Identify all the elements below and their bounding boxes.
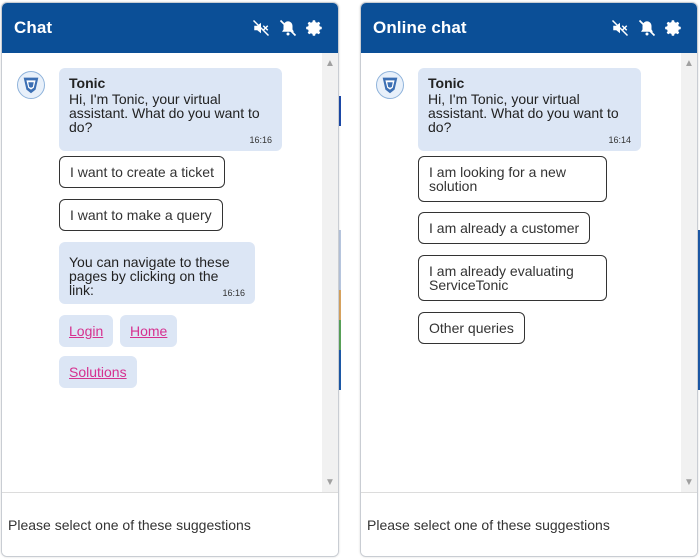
sender-name: Tonic <box>428 75 465 91</box>
mute-notification-icon[interactable] <box>638 19 656 37</box>
suggestion-button[interactable]: Other queries <box>418 312 525 344</box>
chat-panel-right: Online chat Tonic Hi, I'm Tonic, your vi… <box>360 2 698 557</box>
link-chip-login: Login <box>59 315 114 347</box>
solutions-link[interactable]: Solutions <box>69 364 127 380</box>
message-text: Hi, I'm Tonic, your virtual assistant. W… <box>428 91 619 135</box>
bot-avatar-icon <box>376 71 404 99</box>
mute-sound-icon[interactable] <box>252 19 270 37</box>
message-list: Tonic Hi, I'm Tonic, your virtual assist… <box>361 53 681 492</box>
gear-icon[interactable] <box>306 19 324 37</box>
message-time: 16:16 <box>249 135 272 145</box>
bot-message: Tonic Hi, I'm Tonic, your virtual assist… <box>59 68 282 151</box>
scroll-up-icon[interactable]: ▲ <box>322 55 338 71</box>
bot-avatar-icon <box>17 71 45 99</box>
login-link[interactable]: Login <box>69 323 103 339</box>
chat-title: Chat <box>14 18 53 37</box>
chat-panel-left: Chat Tonic Hi, I'm Tonic, your virtual a… <box>1 2 339 557</box>
suggestion-button[interactable]: I am looking for a new solution <box>418 156 607 202</box>
suggestion-button[interactable]: I want to create a ticket <box>59 156 225 188</box>
chat-body: Tonic Hi, I'm Tonic, your virtual assist… <box>2 53 338 492</box>
link-chip-home: Home <box>120 315 178 347</box>
message-input[interactable] <box>2 493 338 556</box>
chat-footer <box>2 492 338 556</box>
message-text: Hi, I'm Tonic, your virtual assistant. W… <box>69 91 260 135</box>
suggestion-button[interactable]: I want to make a query <box>59 199 223 231</box>
bot-message: You can navigate to these pages by click… <box>59 242 255 304</box>
chat-footer <box>361 492 697 556</box>
message-time: 16:14 <box>608 135 631 145</box>
mute-notification-icon[interactable] <box>279 19 297 37</box>
chat-title: Online chat <box>373 18 467 37</box>
message-input[interactable] <box>361 493 697 556</box>
chat-body: Tonic Hi, I'm Tonic, your virtual assist… <box>361 53 697 492</box>
message-list: Tonic Hi, I'm Tonic, your virtual assist… <box>2 53 322 492</box>
message-time: 16:16 <box>222 288 245 298</box>
bot-message: Tonic Hi, I'm Tonic, your virtual assist… <box>418 68 641 151</box>
scroll-down-icon[interactable]: ▼ <box>681 474 697 490</box>
header-icons <box>611 19 683 37</box>
header-icons <box>252 19 324 37</box>
scroll-up-icon[interactable]: ▲ <box>681 55 697 71</box>
gear-icon[interactable] <box>665 19 683 37</box>
suggestion-button[interactable]: I am already evaluating ServiceTonic <box>418 255 607 301</box>
chat-header: Online chat <box>361 3 697 53</box>
chat-header: Chat <box>2 3 338 53</box>
background-strip <box>338 0 361 560</box>
sender-name: Tonic <box>69 75 106 91</box>
suggestion-button[interactable]: I am already a customer <box>418 212 591 244</box>
scrollbar[interactable]: ▲ ▼ <box>681 53 697 492</box>
scrollbar[interactable]: ▲ ▼ <box>322 53 338 492</box>
scroll-down-icon[interactable]: ▼ <box>322 474 338 490</box>
mute-sound-icon[interactable] <box>611 19 629 37</box>
home-link[interactable]: Home <box>130 323 167 339</box>
link-chip-solutions: Solutions <box>59 356 137 388</box>
